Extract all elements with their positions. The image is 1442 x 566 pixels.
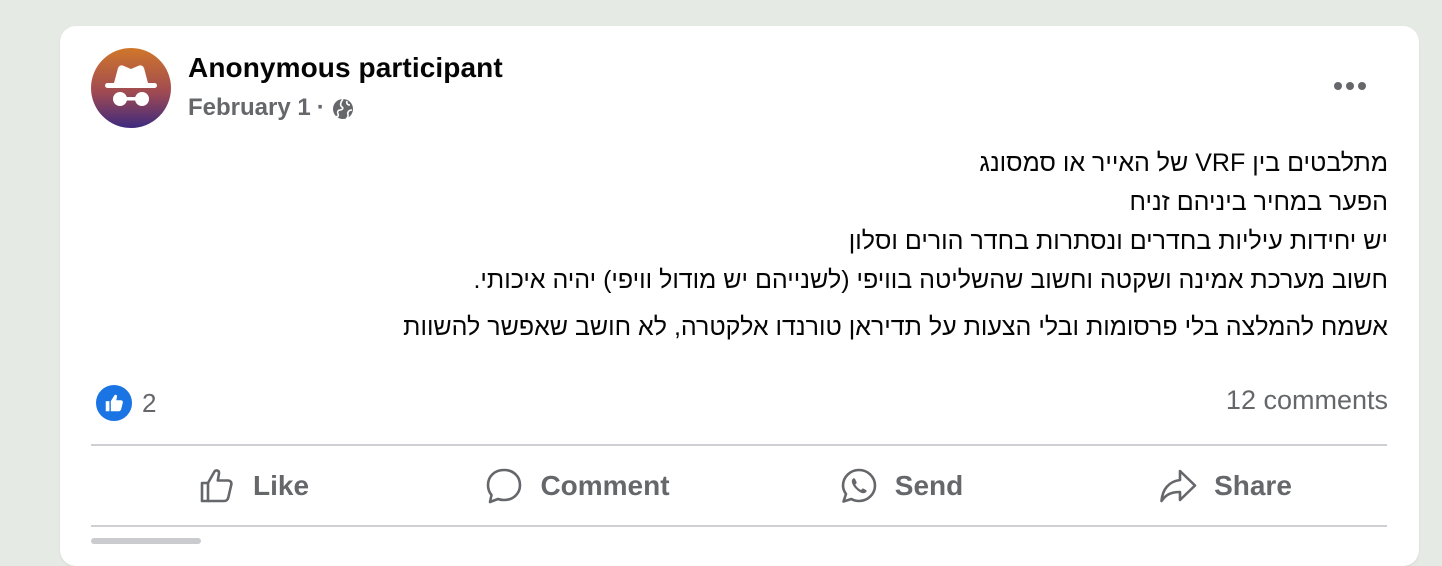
reaction-count: 2 xyxy=(142,387,157,418)
post-body-paragraph: אשמח להמלצה בלי פרסומות ובלי הצעות על תד… xyxy=(403,313,1388,341)
comments-count[interactable]: 12 comments xyxy=(1226,385,1388,416)
comment-label: Comment xyxy=(540,470,670,501)
post-body-line: חשוב מערכת אמינה ושקטה וחשוב שהשליטה בוו… xyxy=(473,266,1388,294)
post-card: Anonymous participant February 1 · מתלבט… xyxy=(60,26,1419,566)
comment-button[interactable]: Comment xyxy=(415,446,739,526)
share-label: Share xyxy=(1214,470,1292,501)
more-options-button[interactable] xyxy=(1322,68,1378,104)
avatar[interactable] xyxy=(91,48,171,128)
post-body-line: יש יחידות עיליות בחדרים ונסתרות בחדר הור… xyxy=(848,227,1388,255)
incognito-icon xyxy=(105,65,157,106)
share-button[interactable]: Share xyxy=(1063,446,1387,526)
post-body-line: הפער במחיר ביניהם זניח xyxy=(1129,188,1389,216)
comment-bubble-icon xyxy=(484,466,524,506)
send-label: Send xyxy=(894,470,964,501)
send-button[interactable]: Send xyxy=(739,446,1063,526)
like-label: Like xyxy=(252,470,310,501)
action-bar: Like Comment Send Share xyxy=(91,446,1387,526)
more-options-icon xyxy=(1334,82,1366,90)
whatsapp-icon xyxy=(839,466,879,506)
like-reaction-icon xyxy=(94,383,134,423)
post-meta: February 1 · xyxy=(188,94,355,122)
post-date[interactable]: February 1 xyxy=(188,94,311,122)
globe-icon[interactable] xyxy=(331,97,355,121)
next-section-peek xyxy=(91,538,201,544)
post-body-line: מתלבטים בין VRF של האייר או סמסונג xyxy=(979,149,1388,177)
reactions-summary[interactable]: 2 xyxy=(94,383,156,423)
meta-separator: · xyxy=(316,94,325,121)
thumbs-up-icon xyxy=(197,466,237,506)
author-name[interactable]: Anonymous participant xyxy=(188,52,503,84)
share-arrow-icon xyxy=(1158,466,1198,506)
divider xyxy=(91,525,1387,527)
like-button[interactable]: Like xyxy=(91,446,415,526)
post-body: מתלבטים בין VRF של האייר או סמסונג הפער … xyxy=(188,144,1388,347)
